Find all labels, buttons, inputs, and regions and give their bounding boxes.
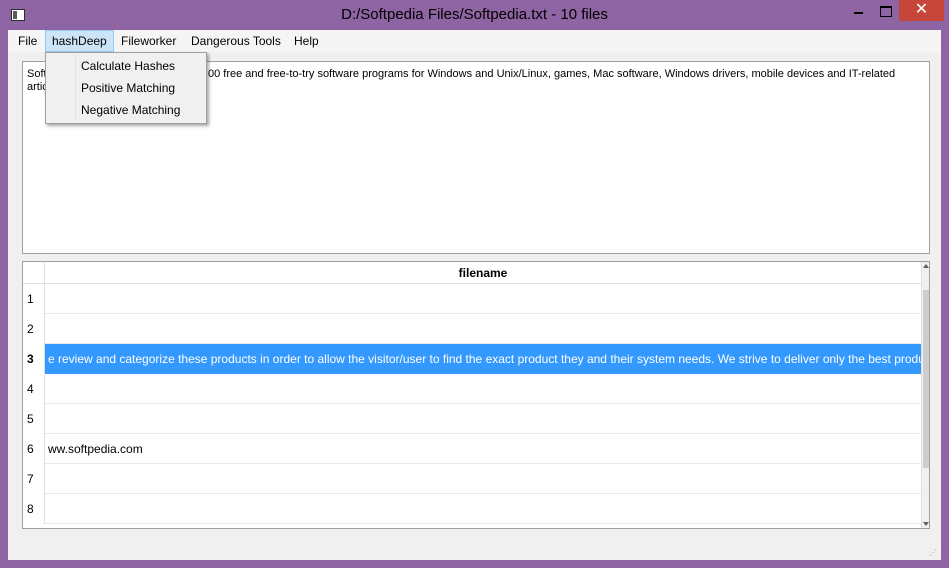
table-row[interactable]: 6 ww.softpedia.com: [23, 434, 921, 464]
text-line-1-rest: 00 free and free-to-try software program…: [208, 68, 896, 80]
menu-item-negative-matching[interactable]: Negative Matching: [81, 99, 180, 121]
row-header[interactable]: 1: [23, 284, 45, 314]
table-cell[interactable]: ww.softpedia.com: [45, 434, 921, 464]
vertical-scrollbar[interactable]: [921, 262, 929, 528]
row-header[interactable]: 4: [23, 374, 45, 404]
row-header[interactable]: 3: [23, 344, 45, 374]
title-bar[interactable]: D:/Softpedia Files/Softpedia.txt - 10 fi…: [0, 0, 949, 30]
row-header[interactable]: 7: [23, 464, 45, 494]
table-cell[interactable]: [45, 464, 921, 494]
menu-fileworker[interactable]: Fileworker: [115, 30, 182, 52]
table-row[interactable]: 5: [23, 404, 921, 434]
menu-help[interactable]: Help: [288, 30, 325, 52]
main-window: D:/Softpedia Files/Softpedia.txt - 10 fi…: [0, 0, 949, 568]
text-line-1-start: Soft: [27, 68, 47, 80]
window-title: D:/Softpedia Files/Softpedia.txt - 10 fi…: [341, 6, 608, 23]
table-row[interactable]: 8: [23, 494, 921, 524]
table-cell[interactable]: [45, 374, 921, 404]
table-corner[interactable]: [23, 262, 45, 284]
table-cell[interactable]: [45, 314, 921, 344]
hashdeep-dropdown-menu: Calculate Hashes Positive Matching Negat…: [45, 52, 207, 124]
scroll-down-icon[interactable]: [923, 522, 929, 526]
menu-gutter-divider: [75, 55, 76, 121]
row-header[interactable]: 6: [23, 434, 45, 464]
table-cell[interactable]: [45, 404, 921, 434]
close-button[interactable]: ✕: [899, 0, 944, 21]
scrollbar-thumb[interactable]: [923, 290, 929, 468]
minimize-button[interactable]: [843, 0, 872, 21]
column-header-filename[interactable]: filename: [45, 262, 921, 284]
table-cell-selected[interactable]: e review and categorize these products i…: [45, 344, 921, 374]
menu-item-positive-matching[interactable]: Positive Matching: [81, 77, 175, 99]
row-header[interactable]: 2: [23, 314, 45, 344]
scroll-up-icon[interactable]: [923, 264, 929, 268]
size-grip-icon[interactable]: ⋰: [929, 548, 939, 558]
menu-item-calculate-hashes[interactable]: Calculate Hashes: [81, 55, 175, 77]
menu-hashdeep[interactable]: hashDeep: [45, 30, 114, 52]
row-header[interactable]: 5: [23, 404, 45, 434]
menu-dangerous-tools[interactable]: Dangerous Tools: [185, 30, 287, 52]
table-row[interactable]: 2: [23, 314, 921, 344]
files-table[interactable]: filename 1 2 3 e review and categorize t…: [22, 261, 930, 529]
maximize-button[interactable]: [872, 0, 899, 21]
menu-file[interactable]: File: [12, 30, 43, 52]
table-row[interactable]: 4: [23, 374, 921, 404]
table-cell[interactable]: [45, 494, 921, 524]
table-cell[interactable]: [45, 284, 921, 314]
table-row[interactable]: 7: [23, 464, 921, 494]
menu-bar: File hashDeep Fileworker Dangerous Tools…: [8, 30, 941, 52]
table-row[interactable]: 1: [23, 284, 921, 314]
row-header[interactable]: 8: [23, 494, 45, 524]
table-row-selected[interactable]: 3 e review and categorize these products…: [23, 344, 921, 374]
